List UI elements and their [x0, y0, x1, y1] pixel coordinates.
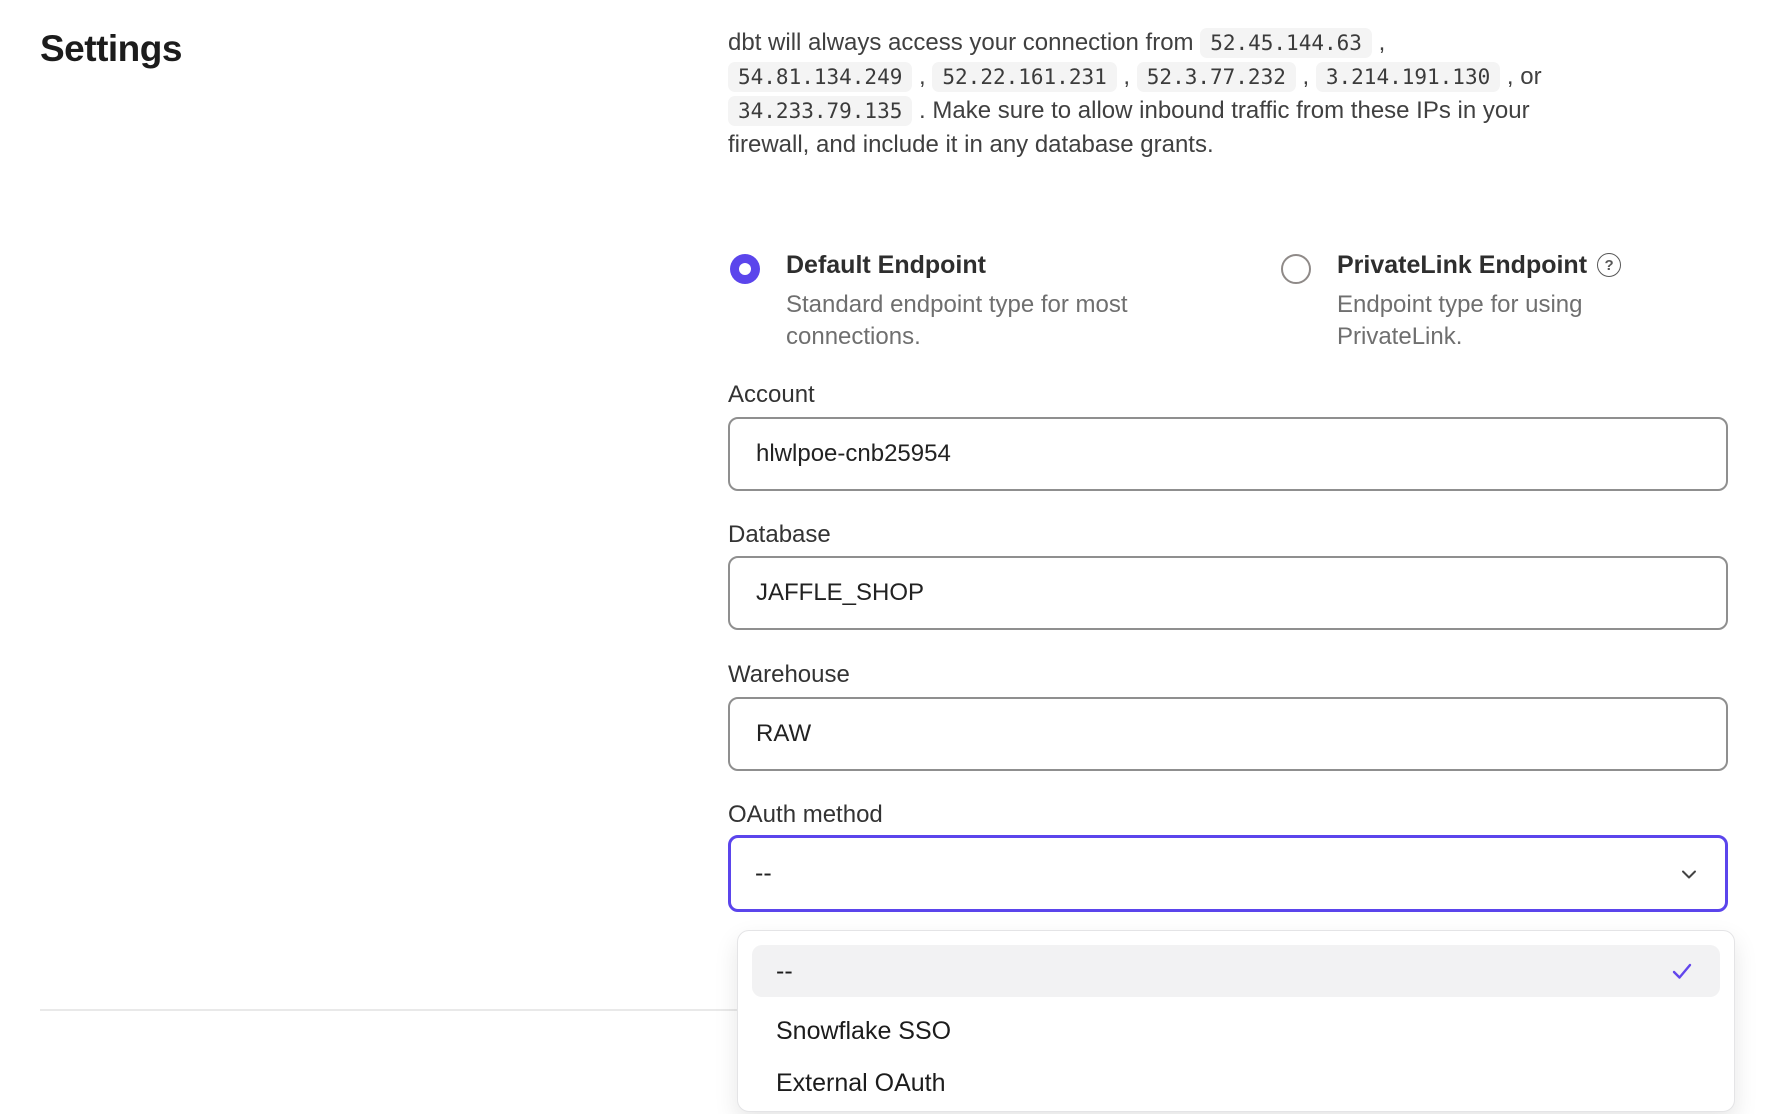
intro-text: dbt will always access your connection f… [728, 26, 1738, 162]
ip-address-code: 52.3.77.232 [1137, 62, 1296, 92]
oauth-method-label: OAuth method [728, 801, 883, 829]
ip-address-code: 54.81.134.249 [728, 62, 912, 92]
database-input[interactable] [728, 556, 1728, 630]
intro-segment: , [1117, 63, 1137, 90]
check-icon [1668, 957, 1696, 985]
dropdown-option-external-oauth[interactable]: External OAuth [738, 1057, 1734, 1109]
endpoint-radio-group: Default Endpoint Standard endpoint type … [728, 243, 1738, 353]
account-label: Account [728, 381, 815, 409]
help-icon[interactable]: ? [1597, 253, 1621, 277]
account-input[interactable] [728, 417, 1728, 491]
radio-option-default-endpoint[interactable]: Default Endpoint Standard endpoint type … [730, 243, 1186, 353]
radio-description: Endpoint type for using PrivateLink. [1337, 289, 1627, 353]
chevron-down-icon [1677, 862, 1701, 886]
intro-line: dbt will always access your connection f… [728, 26, 1738, 60]
intro-segment: dbt will always access your connection f… [728, 29, 1200, 56]
oauth-method-select[interactable]: -- [728, 835, 1728, 912]
dropdown-option-label: Snowflake SSO [776, 1017, 951, 1046]
oauth-method-value: -- [755, 859, 772, 888]
dropdown-option-snowflake-sso[interactable]: Snowflake SSO [738, 1005, 1734, 1057]
ip-address-code: 52.45.144.63 [1200, 28, 1372, 58]
dropdown-option-label: -- [776, 957, 793, 986]
intro-segment: , [1296, 63, 1316, 90]
database-label: Database [728, 521, 831, 549]
warehouse-label: Warehouse [728, 661, 850, 689]
ip-address-code: 34.233.79.135 [728, 96, 912, 126]
page-title: Settings [40, 28, 182, 70]
ip-address-code: 52.22.161.231 [932, 62, 1116, 92]
radio-text: Default Endpoint Standard endpoint type … [786, 243, 1186, 353]
ip-address-code: 3.214.191.130 [1316, 62, 1500, 92]
intro-segment: , [1372, 29, 1385, 56]
intro-segment: , or [1500, 63, 1541, 90]
intro-line: 54.81.134.249 , 52.22.161.231 , 52.3.77.… [728, 60, 1738, 94]
intro-line: 34.233.79.135 . Make sure to allow inbou… [728, 94, 1738, 128]
warehouse-input[interactable] [728, 697, 1728, 771]
intro-line: firewall, and include it in any database… [728, 128, 1738, 162]
dropdown-option-label: External OAuth [776, 1069, 946, 1098]
radio-description: Standard endpoint type for most connecti… [786, 289, 1186, 353]
radio-option-privatelink-endpoint[interactable]: PrivateLink Endpoint ? Endpoint type for… [1281, 243, 1627, 353]
radio-label: Default Endpoint [786, 243, 986, 287]
radio-unselected-icon[interactable] [1281, 254, 1311, 284]
radio-label: PrivateLink Endpoint [1337, 243, 1587, 287]
dropdown-option-none[interactable]: -- [752, 945, 1720, 997]
intro-segment: firewall, and include it in any database… [728, 131, 1214, 158]
radio-selected-icon[interactable] [730, 254, 760, 284]
intro-segment: . Make sure to allow inbound traffic fro… [912, 97, 1529, 124]
intro-segment: , [912, 63, 932, 90]
oauth-method-dropdown: -- Snowflake SSO External OAuth [737, 930, 1735, 1112]
radio-text: PrivateLink Endpoint ? Endpoint type for… [1337, 243, 1627, 353]
